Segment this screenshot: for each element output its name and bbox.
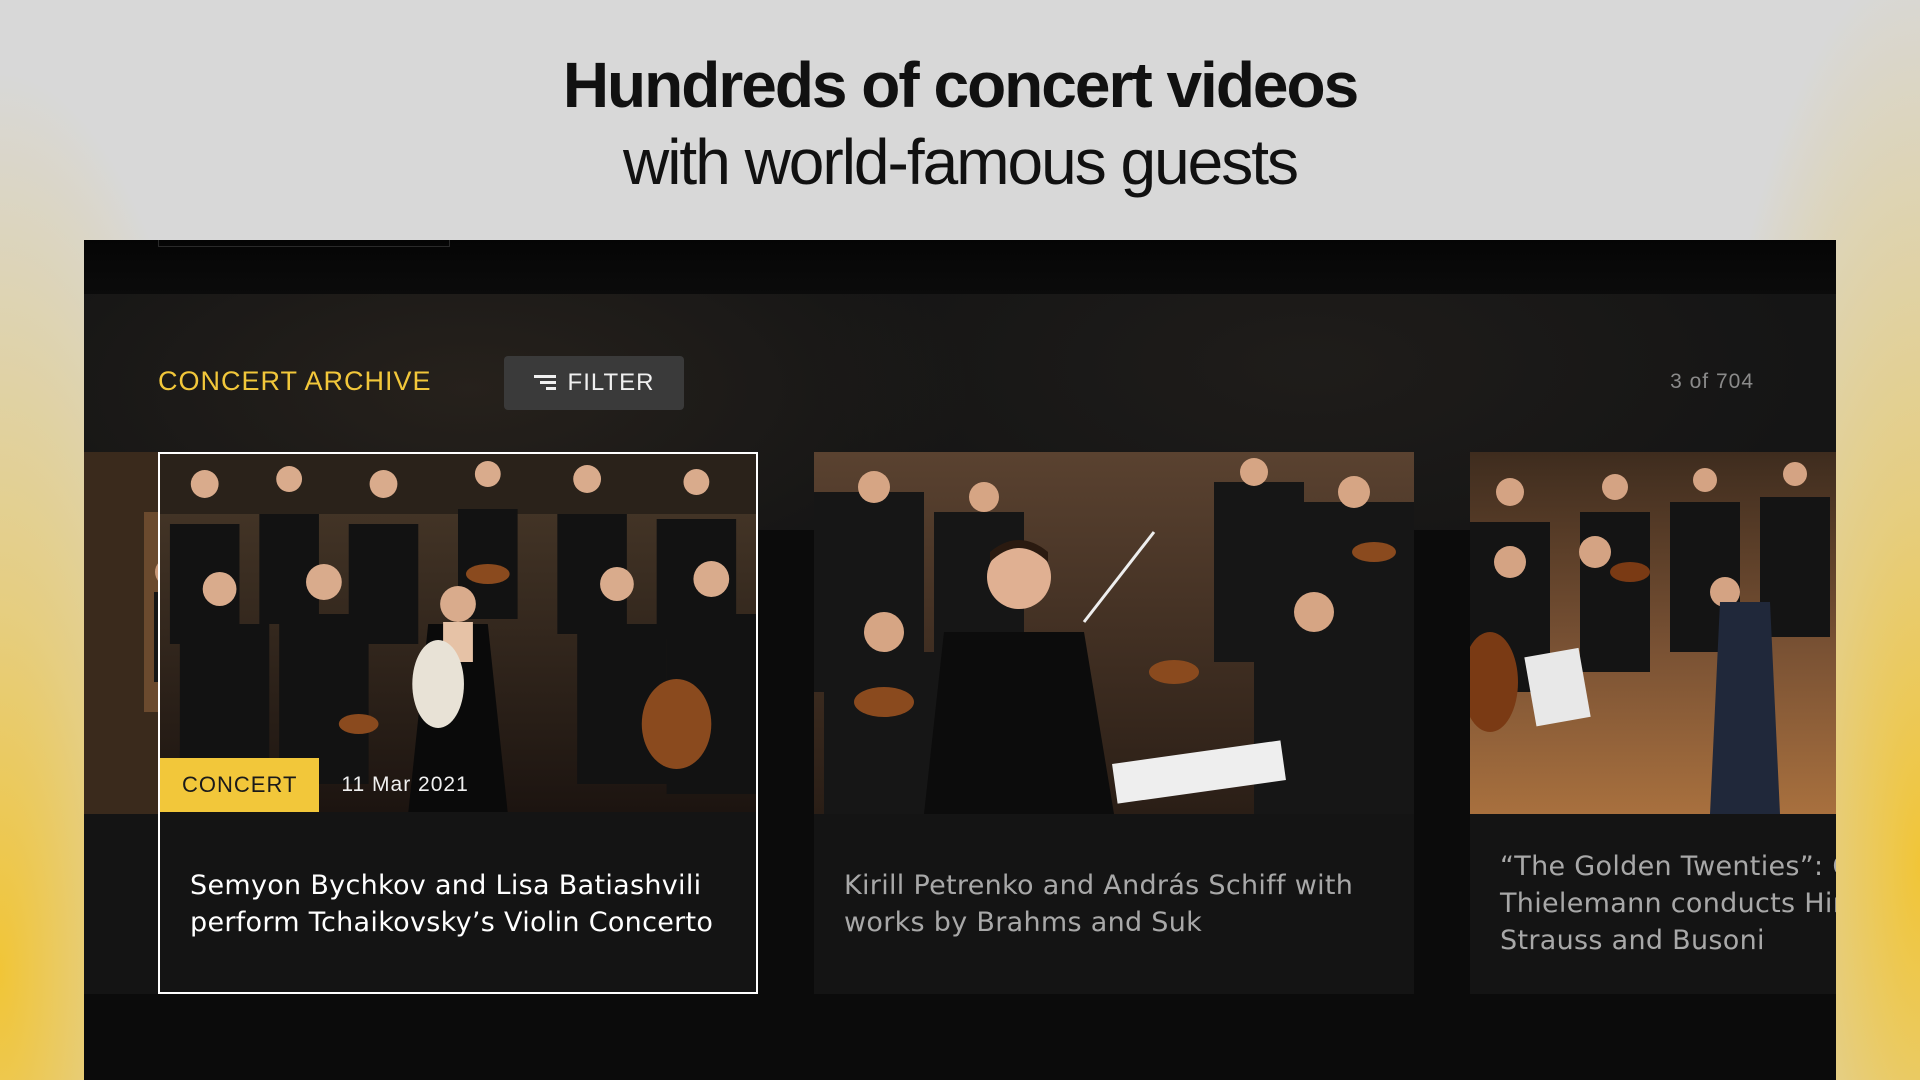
concert-title: “The Golden Twenties”: C Thielemann cond… xyxy=(1500,848,1836,959)
filter-icon xyxy=(533,375,556,391)
top-bar xyxy=(84,240,1836,294)
concert-card-2[interactable]: Kirill Petrenko and András Schiff with w… xyxy=(814,452,1414,994)
title-line: Strauss and Busoni xyxy=(1500,925,1765,956)
concert-date: 11 Mar 2021 xyxy=(341,773,469,796)
title-line: Semyon Bychkov and Lisa Batiashvili xyxy=(190,870,702,901)
title-line: Kirill Petrenko and András Schiff with xyxy=(844,870,1354,901)
title-line: “The Golden Twenties”: C xyxy=(1500,851,1836,882)
headline-line-1: Hundreds of concert videos xyxy=(562,49,1359,121)
concert-title: Semyon Bychkov and Lisa Batiashvili perf… xyxy=(190,867,736,941)
concert-thumbnail xyxy=(814,452,1414,814)
title-line: perform Tchaikovsky’s Violin Concerto xyxy=(190,907,714,938)
headline-line-2: with world-famous guests xyxy=(622,126,1299,198)
filter-button[interactable]: FILTER xyxy=(504,356,684,410)
section-title: CONCERT ARCHIVE xyxy=(158,366,432,396)
concert-thumbnail xyxy=(1470,452,1836,814)
title-line: works by Brahms and Suk xyxy=(844,907,1203,938)
concert-thumbnail: CONCERT 11 Mar 2021 xyxy=(160,454,756,812)
title-line: Thielemann conducts Hin xyxy=(1500,888,1836,919)
tv-screen: CONCERT ARCHIVE FILTER 3 of 704 CONCERT … xyxy=(84,240,1836,1080)
result-counter: 3 of 704 xyxy=(1670,370,1754,393)
headline: Hundreds of concert videos with world-fa… xyxy=(0,44,1920,198)
top-nav-stub xyxy=(158,240,450,247)
category-badge: CONCERT xyxy=(160,758,320,812)
concert-title: Kirill Petrenko and András Schiff with w… xyxy=(844,867,1394,941)
concert-card-1[interactable]: CONCERT 11 Mar 2021 Semyon Bychkov and L… xyxy=(158,452,758,994)
card-meta: CONCERT 11 Mar 2021 xyxy=(160,758,469,812)
concert-card-3[interactable]: “The Golden Twenties”: C Thielemann cond… xyxy=(1470,452,1836,994)
filter-label: FILTER xyxy=(567,369,655,396)
